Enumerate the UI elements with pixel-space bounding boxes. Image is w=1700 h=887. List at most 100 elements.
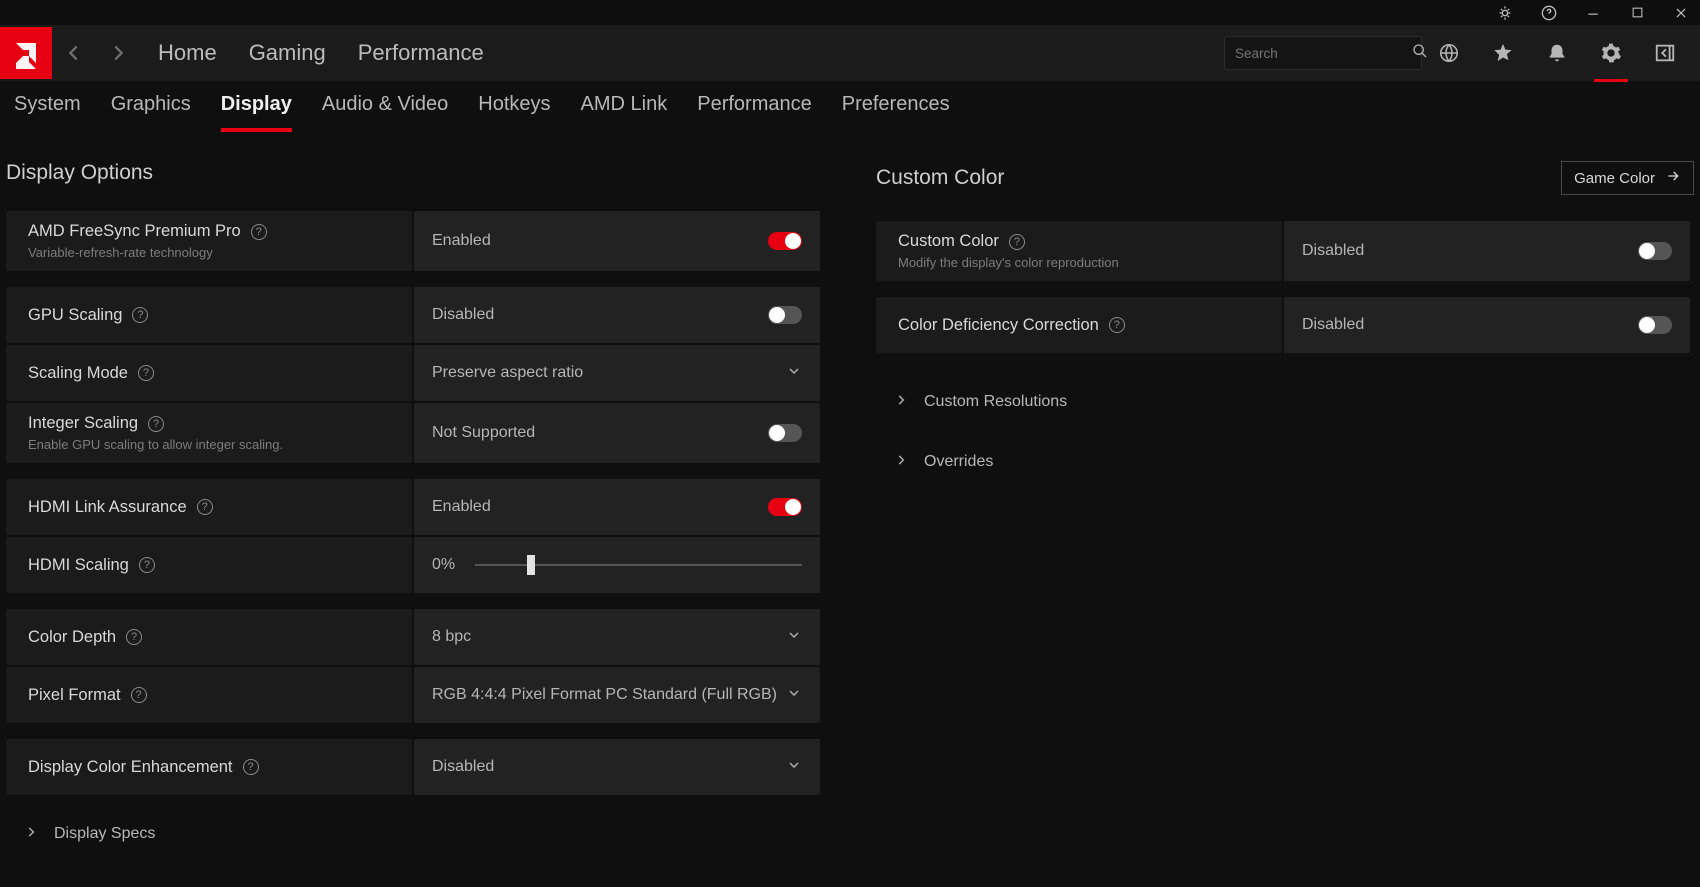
search-box[interactable]	[1224, 36, 1422, 70]
settings-icon[interactable]	[1598, 40, 1624, 66]
freesync-toggle[interactable]	[768, 232, 802, 250]
scaling-mode-dropdown[interactable]: Preserve aspect ratio	[414, 345, 820, 401]
help-icon[interactable]: ?	[131, 687, 147, 703]
chevron-down-icon	[786, 363, 802, 383]
tab-hotkeys[interactable]: Hotkeys	[478, 93, 550, 132]
hdmi-scaling-value: 0%	[432, 556, 455, 574]
help-icon[interactable]: ?	[139, 557, 155, 573]
help-icon[interactable]: ?	[132, 307, 148, 323]
tab-display[interactable]: Display	[221, 93, 292, 132]
game-color-button[interactable]: Game Color	[1561, 161, 1694, 195]
color-enhance-label: Display Color Enhancement	[28, 758, 233, 777]
gpu-scaling-value-cell[interactable]: Disabled	[414, 287, 820, 343]
hdmi-link-value-cell[interactable]: Enabled	[414, 479, 820, 535]
hdmi-scaling-label-cell: HDMI Scaling ?	[6, 537, 412, 593]
color-depth-label-cell: Color Depth ?	[6, 609, 412, 665]
custom-color-title: Custom Color	[876, 166, 1004, 190]
chevron-right-icon	[894, 453, 908, 472]
chevron-down-icon	[786, 627, 802, 647]
row-integer-scaling: Integer Scaling ? Enable GPU scaling to …	[6, 403, 826, 463]
integer-scaling-toggle[interactable]	[768, 424, 802, 442]
search-input[interactable]	[1235, 46, 1412, 61]
freesync-sub: Variable-refresh-rate technology	[28, 245, 267, 260]
color-enhance-dropdown[interactable]: Disabled	[414, 739, 820, 795]
chevron-right-icon	[894, 393, 908, 412]
gpu-scaling-label-cell: GPU Scaling ?	[6, 287, 412, 343]
display-options-title: Display Options	[6, 161, 153, 185]
bug-icon[interactable]	[1492, 3, 1518, 23]
hdmi-link-value: Enabled	[432, 498, 491, 516]
tab-graphics[interactable]: Graphics	[111, 93, 191, 132]
pixel-format-value: RGB 4:4:4 Pixel Format PC Standard (Full…	[432, 686, 777, 704]
hdmi-link-toggle[interactable]	[768, 498, 802, 516]
amd-logo[interactable]	[0, 27, 52, 79]
color-enhance-label-cell: Display Color Enhancement ?	[6, 739, 412, 795]
scaling-mode-label: Scaling Mode	[28, 364, 128, 383]
hdmi-scaling-value-cell[interactable]: 0%	[414, 537, 820, 593]
deficiency-toggle[interactable]	[1638, 316, 1672, 334]
hdmi-scaling-slider[interactable]	[475, 564, 802, 566]
minimize-button[interactable]	[1580, 3, 1606, 23]
deficiency-label: Color Deficiency Correction	[898, 316, 1099, 335]
display-specs-expander[interactable]: Display Specs	[6, 813, 826, 855]
help-icon[interactable]: ?	[126, 629, 142, 645]
help-icon[interactable]: ?	[1109, 317, 1125, 333]
help-icon[interactable]	[1536, 3, 1562, 23]
help-icon[interactable]: ?	[148, 416, 164, 432]
settings-tabs: System Graphics Display Audio & Video Ho…	[0, 81, 1700, 133]
nav-performance[interactable]: Performance	[358, 40, 484, 66]
tab-preferences[interactable]: Preferences	[842, 93, 950, 132]
main-nav: Home Gaming Performance	[158, 40, 484, 66]
row-color-deficiency: Color Deficiency Correction ? Disabled	[876, 297, 1694, 353]
freesync-value: Enabled	[432, 232, 491, 250]
custom-resolutions-expander[interactable]: Custom Resolutions	[876, 381, 1694, 423]
web-icon[interactable]	[1436, 40, 1462, 66]
integer-scaling-label: Integer Scaling	[28, 414, 138, 433]
nav-gaming[interactable]: Gaming	[249, 40, 326, 66]
row-custom-color: Custom Color ? Modify the display's colo…	[876, 221, 1694, 281]
help-icon[interactable]: ?	[243, 759, 259, 775]
close-button[interactable]	[1668, 3, 1694, 23]
custom-color-value-cell[interactable]: Disabled	[1284, 221, 1690, 281]
help-icon[interactable]: ?	[138, 365, 154, 381]
custom-color-panel: Custom Color Game Color Custom Color ? M…	[876, 161, 1694, 855]
arrow-right-icon	[1665, 168, 1681, 188]
custom-color-toggle[interactable]	[1638, 242, 1672, 260]
tab-audio-video[interactable]: Audio & Video	[322, 93, 448, 132]
row-scaling-mode: Scaling Mode ? Preserve aspect ratio	[6, 345, 826, 401]
overrides-expander[interactable]: Overrides	[876, 441, 1694, 483]
row-hdmi-scaling: HDMI Scaling ? 0%	[6, 537, 826, 593]
deficiency-value-cell[interactable]: Disabled	[1284, 297, 1690, 353]
row-color-depth: Color Depth ? 8 bpc	[6, 609, 826, 665]
tab-system[interactable]: System	[14, 93, 81, 132]
color-depth-value: 8 bpc	[432, 628, 471, 646]
main-header: Home Gaming Performance	[0, 25, 1700, 81]
search-icon[interactable]	[1412, 43, 1428, 63]
custom-resolutions-label: Custom Resolutions	[924, 393, 1067, 411]
tab-amd-link[interactable]: AMD Link	[581, 93, 668, 132]
forward-button[interactable]	[96, 25, 140, 81]
back-button[interactable]	[52, 25, 96, 81]
freesync-value-cell[interactable]: Enabled	[414, 211, 820, 271]
gpu-scaling-toggle[interactable]	[768, 306, 802, 324]
custom-color-label-cell: Custom Color ? Modify the display's colo…	[876, 221, 1282, 281]
favorites-icon[interactable]	[1490, 40, 1516, 66]
help-icon[interactable]: ?	[251, 224, 267, 240]
integer-scaling-value-cell[interactable]: Not Supported	[414, 403, 820, 463]
sidebar-collapse-icon[interactable]	[1652, 40, 1678, 66]
notifications-icon[interactable]	[1544, 40, 1570, 66]
display-specs-label: Display Specs	[54, 825, 155, 843]
content: Display Options AMD FreeSync Premium Pro…	[0, 133, 1700, 855]
maximize-button[interactable]	[1624, 3, 1650, 23]
help-icon[interactable]: ?	[197, 499, 213, 515]
tab-performance[interactable]: Performance	[697, 93, 812, 132]
pixel-format-dropdown[interactable]: RGB 4:4:4 Pixel Format PC Standard (Full…	[414, 667, 820, 723]
nav-home[interactable]: Home	[158, 40, 217, 66]
slider-thumb[interactable]	[527, 555, 535, 575]
pixel-format-label-cell: Pixel Format ?	[6, 667, 412, 723]
overrides-label: Overrides	[924, 453, 993, 471]
custom-color-sub: Modify the display's color reproduction	[898, 255, 1119, 270]
deficiency-label-cell: Color Deficiency Correction ?	[876, 297, 1282, 353]
color-depth-dropdown[interactable]: 8 bpc	[414, 609, 820, 665]
help-icon[interactable]: ?	[1009, 234, 1025, 250]
